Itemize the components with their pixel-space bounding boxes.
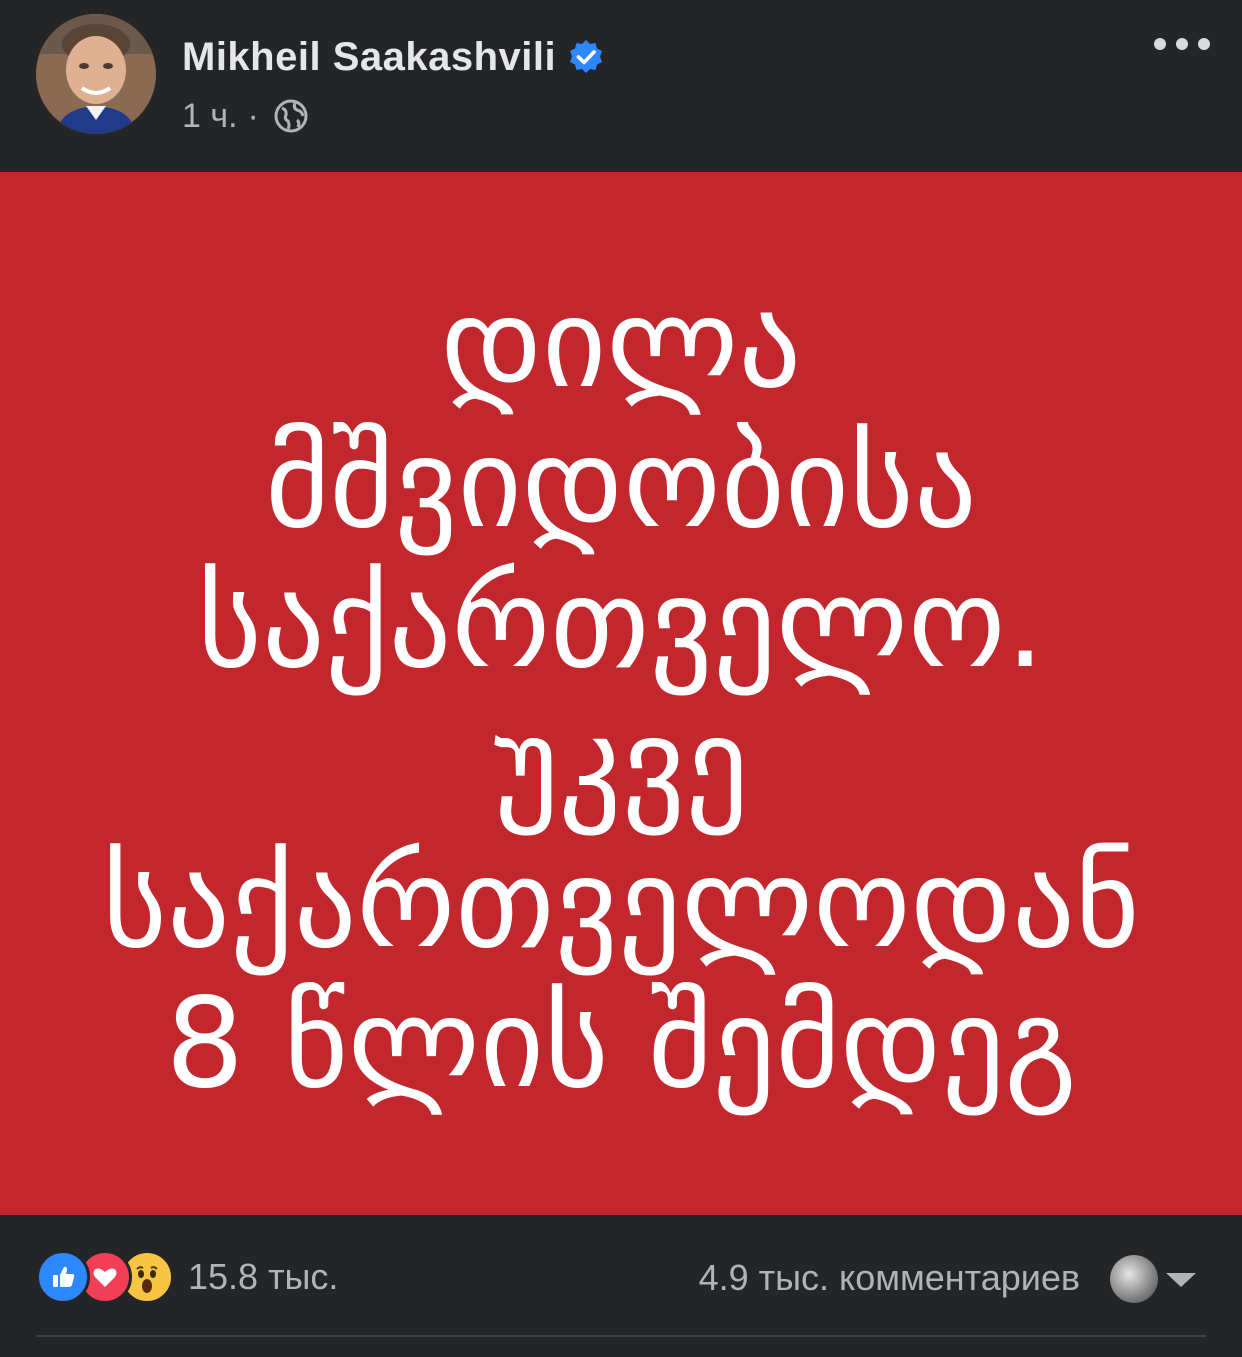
verified-badge-icon bbox=[570, 40, 603, 73]
more-options-icon[interactable] bbox=[1154, 28, 1210, 60]
image-text-line: საქართველო. bbox=[197, 551, 1045, 696]
more-dot bbox=[1176, 38, 1188, 50]
author-name-row: Mikheil Saakashvili bbox=[182, 30, 604, 84]
viewer-avatar[interactable] bbox=[1110, 1255, 1158, 1303]
more-dot bbox=[1198, 38, 1210, 50]
meta-separator: · bbox=[247, 96, 259, 135]
post-footer: 15.8 тыс. 4.9 тыс. комментариев bbox=[0, 1215, 1242, 1357]
image-text-line: მშვიდობისა bbox=[265, 411, 977, 556]
comments-count-link[interactable]: 4.9 тыс. комментариев bbox=[699, 1257, 1080, 1299]
post-image[interactable]: დილა მშვიდობისა საქართველო. უკვე საქართვ… bbox=[0, 172, 1242, 1215]
footer-divider bbox=[36, 1335, 1206, 1337]
chevron-down-icon[interactable] bbox=[1166, 1273, 1196, 1287]
author-name[interactable]: Mikheil Saakashvili bbox=[182, 35, 556, 80]
post-timestamp[interactable]: 1 ч. bbox=[182, 97, 238, 136]
reactions-count[interactable]: 15.8 тыс. bbox=[188, 1256, 338, 1298]
like-icon bbox=[36, 1250, 90, 1304]
post-meta: 1 ч. · bbox=[182, 94, 309, 138]
avatar-portrait bbox=[36, 14, 156, 134]
globe-icon[interactable] bbox=[273, 98, 309, 134]
image-text-line: უკვე bbox=[493, 691, 749, 836]
facebook-post: Mikheil Saakashvili 1 ч. · დილა მშვიდობი bbox=[0, 0, 1242, 1357]
post-header: Mikheil Saakashvili 1 ч. · bbox=[0, 0, 1242, 172]
reactions-summary[interactable]: 15.8 тыс. bbox=[36, 1250, 338, 1304]
image-text-line: დილა bbox=[440, 271, 802, 416]
image-text-line: 8 წლის შემდეგ bbox=[165, 971, 1077, 1116]
author-avatar[interactable] bbox=[36, 14, 156, 134]
more-dot bbox=[1154, 38, 1166, 50]
image-text-line: საქართველოდან bbox=[102, 831, 1140, 976]
